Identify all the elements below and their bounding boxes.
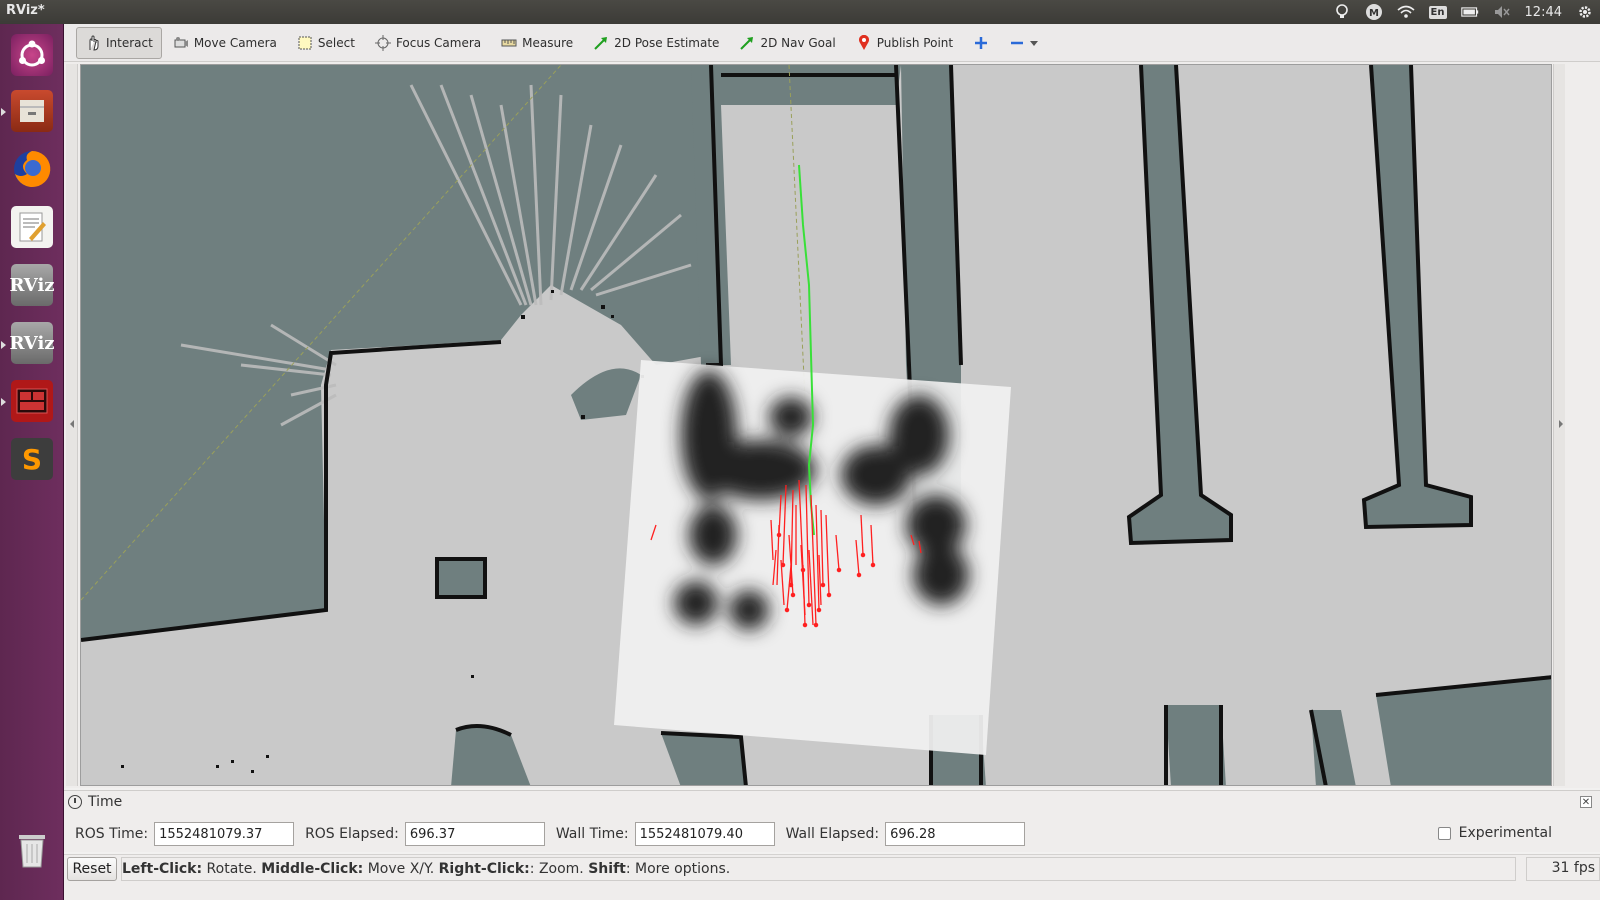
- fps-counter: 31 fps: [1526, 857, 1600, 881]
- map-canvas[interactable]: [81, 65, 1552, 786]
- publish-point-label: Publish Point: [876, 35, 954, 50]
- rviz-icon: RViz: [9, 322, 55, 364]
- green-arrow-icon: [739, 35, 755, 51]
- status-hint: Left-Click: Rotate. Middle-Click: Move X…: [121, 857, 1516, 881]
- publish-point-tool-button[interactable]: Publish Point: [847, 27, 962, 59]
- trash-icon: [11, 828, 53, 870]
- top-system-panel: RViz* M En 12:44: [0, 0, 1600, 24]
- experimental-toggle[interactable]: Experimental: [1437, 825, 1552, 841]
- rviz-icon: RViz: [9, 264, 55, 306]
- hand-pointer-icon: [85, 34, 101, 51]
- file-cabinet-icon: [11, 90, 53, 132]
- launcher-terminal[interactable]: [7, 376, 57, 426]
- wall-elapsed-label: Wall Elapsed:: [785, 826, 880, 842]
- wall-elapsed-field[interactable]: [885, 822, 1026, 846]
- bottom-strip: [64, 882, 1600, 900]
- rviz-toolbar: Interact Move Camera Select Focus Camera…: [64, 24, 1600, 62]
- terminal-icon: [11, 380, 53, 422]
- settings-gear-icon[interactable]: [1576, 3, 1594, 21]
- collapse-right-icon[interactable]: [1559, 420, 1563, 428]
- window-title: RViz*: [6, 3, 45, 18]
- status-bar: Reset Left-Click: Rotate. Middle-Click: …: [64, 854, 1600, 882]
- 3d-render-view[interactable]: [80, 64, 1552, 786]
- launcher-rviz-1[interactable]: RViz: [7, 260, 57, 310]
- running-indicator: [1, 398, 6, 406]
- hint-middle-action: Move X/Y.: [363, 861, 439, 877]
- launcher-firefox[interactable]: [7, 144, 57, 194]
- time-panel: Time ✕ ROS Time: ROS Elapsed: Wall Time:…: [64, 790, 1600, 852]
- launcher-rviz-2[interactable]: RViz: [7, 318, 57, 368]
- nav-goal-label: 2D Nav Goal: [760, 35, 836, 50]
- launcher-text-editor[interactable]: [7, 202, 57, 252]
- hint-shift-action: : More options.: [625, 861, 731, 877]
- hint-left-click: Left-Click:: [122, 861, 203, 877]
- messaging-icon[interactable]: M: [1365, 3, 1383, 21]
- experimental-label: Experimental: [1458, 825, 1552, 841]
- launcher-trash[interactable]: [7, 824, 57, 874]
- system-tray: M En 12:44: [1333, 0, 1594, 24]
- time-fields-row: ROS Time: ROS Elapsed: Wall Time: Wall E…: [64, 821, 1600, 847]
- select-label: Select: [317, 35, 355, 50]
- experimental-checkbox[interactable]: [1437, 826, 1451, 840]
- volume-mute-icon[interactable]: [1493, 3, 1511, 21]
- focus-camera-tool-button[interactable]: Focus Camera: [366, 27, 490, 59]
- ruler-icon: [501, 35, 517, 51]
- crosshair-icon: [374, 34, 391, 51]
- measure-label: Measure: [522, 35, 574, 50]
- ros-elapsed-field[interactable]: [404, 822, 545, 846]
- move-camera-tool-button[interactable]: Move Camera: [164, 27, 286, 59]
- add-tool-button[interactable]: [964, 27, 998, 59]
- pose-estimate-label: 2D Pose Estimate: [614, 35, 720, 50]
- text-editor-icon: [11, 206, 53, 248]
- launcher-ubuntu-dash[interactable]: [7, 30, 57, 80]
- svg-text:M: M: [1369, 8, 1379, 19]
- hint-right-click: Right-Click:: [438, 861, 530, 877]
- hint-left-action: Rotate.: [202, 861, 262, 877]
- battery-icon[interactable]: [1460, 3, 1479, 21]
- select-box-icon: [297, 35, 313, 51]
- plus-icon: [973, 35, 989, 51]
- running-indicator: [1, 341, 6, 349]
- ros-time-field[interactable]: [154, 822, 295, 846]
- firefox-icon: [11, 148, 53, 190]
- map-pin-icon: [856, 34, 872, 51]
- nav-goal-tool-button[interactable]: 2D Nav Goal: [730, 27, 844, 59]
- focus-camera-label: Focus Camera: [395, 35, 482, 50]
- interact-label: Interact: [106, 35, 153, 50]
- ros-elapsed-label: ROS Elapsed:: [305, 826, 399, 842]
- keyboard-lang-icon[interactable]: En: [1428, 3, 1447, 21]
- move-camera-label: Move Camera: [193, 35, 277, 50]
- hint-middle-click: Middle-Click:: [261, 861, 364, 877]
- hint-right-action: : Zoom.: [529, 861, 589, 877]
- sublime-icon: S: [11, 438, 53, 480]
- green-arrow-icon: [593, 35, 609, 51]
- launcher-sublime-text[interactable]: S: [7, 434, 57, 484]
- time-panel-title: Time: [88, 794, 123, 810]
- close-panel-button[interactable]: ✕: [1580, 796, 1592, 808]
- lightbulb-icon[interactable]: [1333, 3, 1351, 21]
- clock[interactable]: 12:44: [1525, 5, 1562, 20]
- wifi-icon[interactable]: [1397, 3, 1415, 21]
- launcher: RViz RViz S: [0, 24, 64, 900]
- wall-time-label: Wall Time:: [555, 826, 629, 842]
- collapse-left-icon[interactable]: [70, 420, 74, 428]
- launcher-files[interactable]: [7, 86, 57, 136]
- remove-tool-button[interactable]: [1000, 27, 1047, 59]
- select-tool-button[interactable]: Select: [288, 27, 364, 59]
- move-camera-icon: [173, 35, 189, 51]
- time-panel-header: Time: [64, 791, 1569, 813]
- dropdown-triangle-icon: [1030, 35, 1039, 51]
- wall-time-field[interactable]: [634, 822, 775, 846]
- reset-button[interactable]: Reset: [67, 857, 117, 881]
- hint-shift: Shift: [588, 861, 626, 877]
- minus-icon: [1009, 35, 1025, 51]
- interact-tool-button[interactable]: Interact: [76, 26, 162, 59]
- ubuntu-logo-icon: [11, 34, 53, 76]
- pose-estimate-tool-button[interactable]: 2D Pose Estimate: [584, 27, 728, 59]
- clock-icon: [68, 795, 82, 809]
- running-indicator: [1, 108, 6, 116]
- measure-tool-button[interactable]: Measure: [492, 27, 582, 59]
- ros-time-label: ROS Time:: [75, 826, 149, 842]
